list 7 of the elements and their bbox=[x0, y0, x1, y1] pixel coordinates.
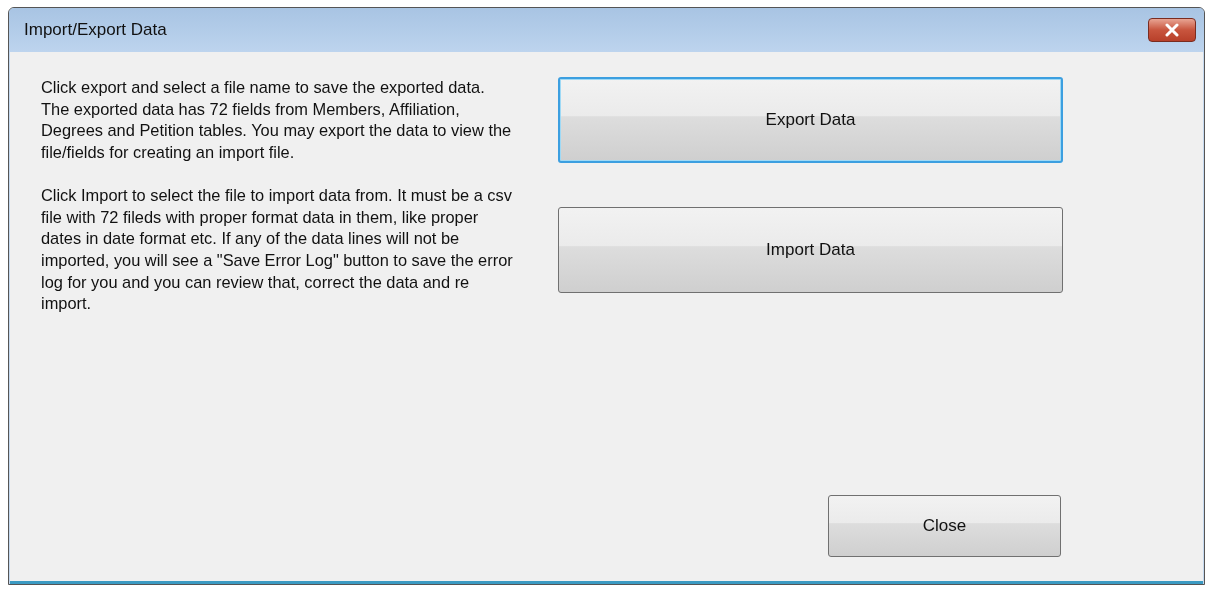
instruction-text: Click Import to select the file to import data from. It must be a csv file with 72 fileds with proper format data in them, like proper dates in date format etc. If any of the data lines will not be imported, you will see a "Save Error Log" button to save the error log for you and you can review that, correct the data and re import. bbox=[41, 184, 514, 315]
instruction-text: Click export and select a file name to save the exported data. The exported data has 72 fields from Members, Affiliation, Degrees and Petition tables. You may export the data to view the file/fields for creating an import file. bbox=[41, 77, 513, 164]
export-button[interactable]: Export Data bbox=[558, 77, 1063, 163]
close-icon[interactable] bbox=[1148, 18, 1196, 42]
window-title: Import/Export Data bbox=[24, 19, 167, 42]
close-button[interactable]: Close bbox=[828, 495, 1061, 557]
import-button[interactable]: Import Data bbox=[558, 207, 1063, 293]
